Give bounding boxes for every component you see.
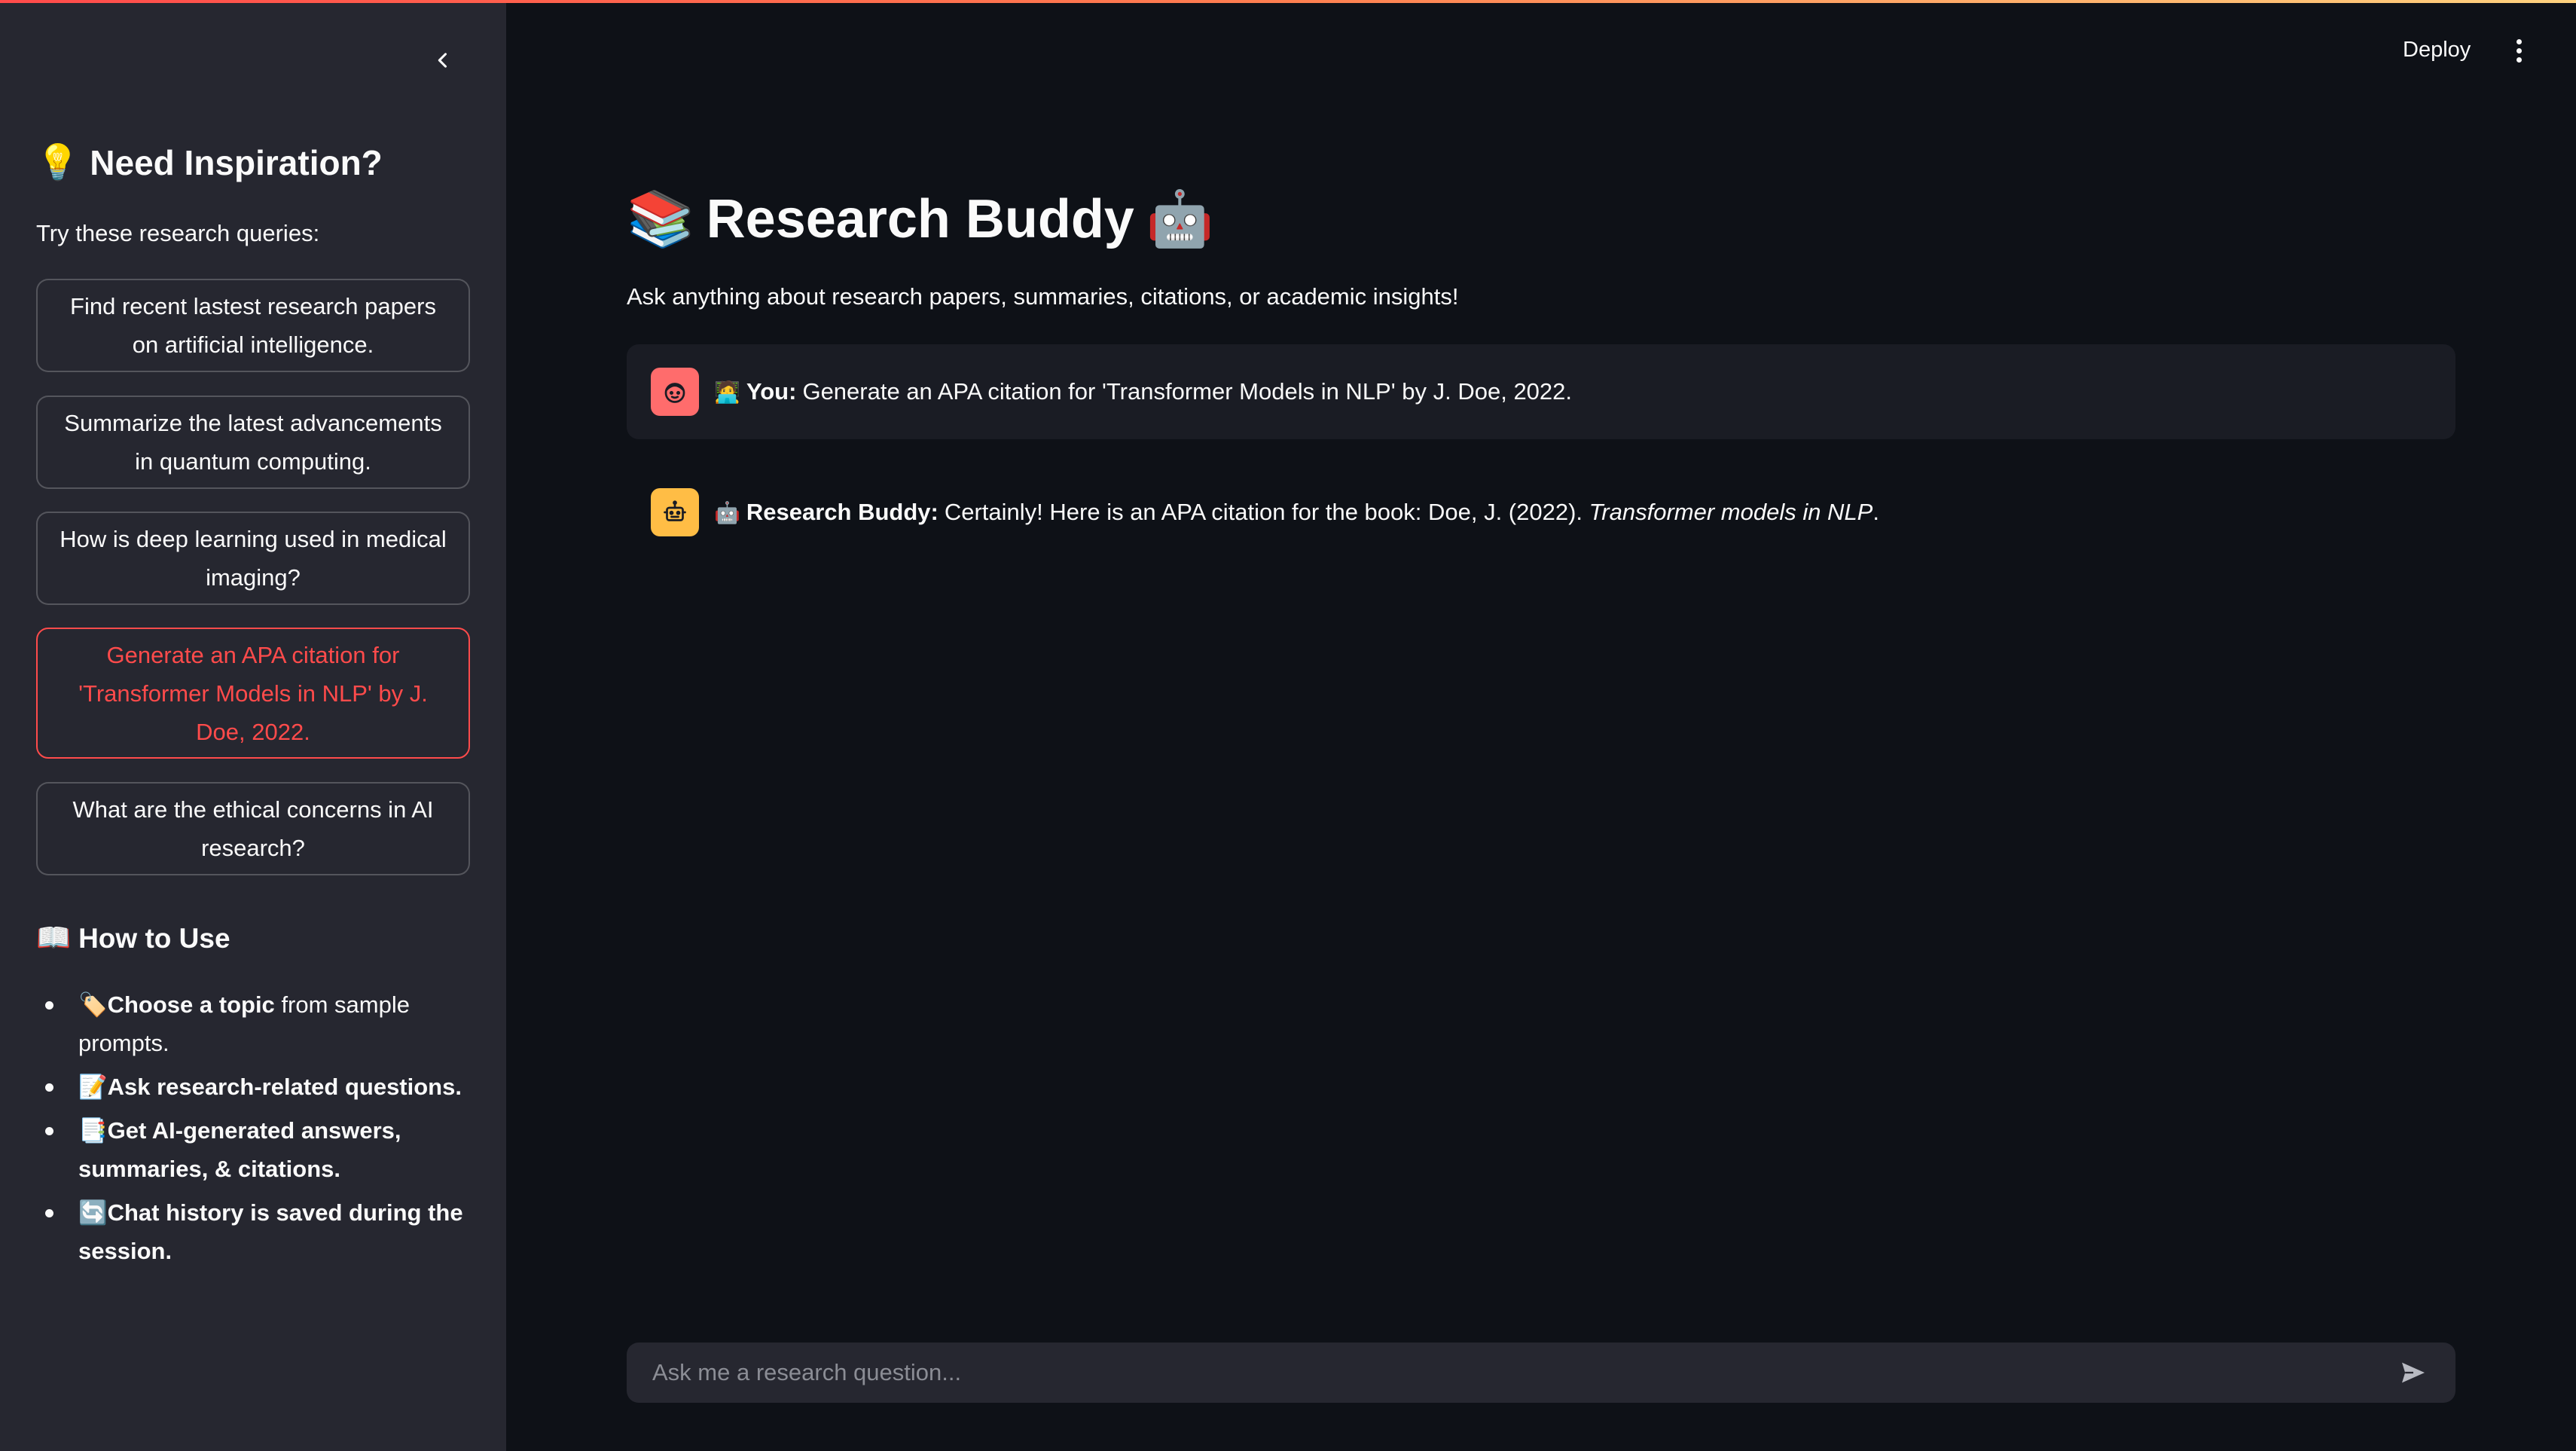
label-tag-icon: 🏷️ <box>78 991 108 1018</box>
robot-face-icon <box>664 500 686 521</box>
assistant-chat-message: 🤖 Research Buddy: Certainly! Here is an … <box>627 464 2455 561</box>
memo-icon: 📝 <box>78 1074 108 1100</box>
sample-prompt-button-4[interactable]: Generate an APA citation for 'Transforme… <box>36 628 470 759</box>
chevron-left-icon <box>438 53 447 68</box>
collapse-sidebar-button[interactable] <box>422 39 464 81</box>
how-to-use-list: 🏷️Choose a topic from sample prompts. 📝A… <box>36 985 473 1275</box>
sample-prompt-button-5[interactable]: What are the ethical concerns in AI rese… <box>36 782 470 875</box>
sample-prompt-button-2[interactable]: Summarize the latest advancements in qua… <box>36 396 470 489</box>
list-item-bold: Choose a topic <box>107 991 275 1018</box>
list-item: 🏷️Choose a topic from sample prompts. <box>36 985 473 1062</box>
page-title-text: Research Buddy <box>706 188 1134 249</box>
list-item: 🔄Chat history is saved during the sessio… <box>36 1193 473 1270</box>
technologist-icon: 🧑‍💻 <box>714 380 740 404</box>
top-decoration-bar <box>0 0 2576 3</box>
send-button[interactable] <box>2395 1355 2431 1391</box>
message-speaker: Research Buddy: <box>746 499 939 525</box>
main-menu-button[interactable] <box>2508 36 2529 66</box>
message-speaker: You: <box>746 378 797 405</box>
robot-icon: 🤖 <box>1146 189 1214 249</box>
refresh-icon: 🔄 <box>78 1199 108 1226</box>
message-text: Certainly! Here is an APA citation for t… <box>944 499 1583 525</box>
user-avatar <box>651 368 699 416</box>
books-icon: 📚 <box>627 189 694 249</box>
message-text: Generate an APA citation for 'Transforme… <box>802 378 1573 405</box>
send-icon <box>2402 1362 2425 1383</box>
sample-prompt-button-1[interactable]: Find recent lastest research papers on a… <box>36 279 470 372</box>
sample-prompt-button-3[interactable]: How is deep learning used in medical ima… <box>36 512 470 605</box>
lightbulb-icon: 💡 <box>36 142 80 182</box>
message-end: . <box>1872 499 1879 525</box>
user-chat-message: 🧑‍💻 You: Generate an APA citation for 'T… <box>627 344 2455 439</box>
open-book-icon: 📖 <box>36 922 72 953</box>
list-item: 📑Get AI-generated answers, summaries, & … <box>36 1111 473 1188</box>
how-to-use-heading: 📖 How to Use <box>36 922 230 955</box>
bookmark-tabs-icon: 📑 <box>78 1117 108 1144</box>
citation-title: Transformer models in NLP <box>1589 499 1873 525</box>
robot-emoji-icon: 🤖 <box>714 500 740 524</box>
more-vertical-icon <box>2508 39 2529 63</box>
sidebar-title-text: Need Inspiration? <box>90 142 383 182</box>
chat-input-container <box>627 1343 2455 1403</box>
user-face-icon <box>664 383 685 403</box>
chat-input[interactable] <box>651 1358 2395 1387</box>
sidebar: 💡 Need Inspiration? Try these research q… <box>0 0 506 1451</box>
page-title: 📚 Research Buddy 🤖 <box>627 187 1214 251</box>
list-item-bold: Chat history is saved during the session… <box>78 1199 463 1264</box>
assistant-avatar <box>651 488 699 536</box>
list-item-bold: Get AI-generated answers, summaries, & c… <box>78 1117 401 1182</box>
sidebar-title: 💡 Need Inspiration? <box>36 142 383 183</box>
sidebar-subtitle: Try these research queries: <box>36 220 320 246</box>
page-subtitle: Ask anything about research papers, summ… <box>627 283 1459 310</box>
deploy-button[interactable]: Deploy <box>2403 38 2471 63</box>
list-item-bold: Ask research-related questions. <box>107 1074 462 1100</box>
how-to-use-title: How to Use <box>78 922 230 954</box>
list-item: 📝Ask research-related questions. <box>36 1068 473 1106</box>
